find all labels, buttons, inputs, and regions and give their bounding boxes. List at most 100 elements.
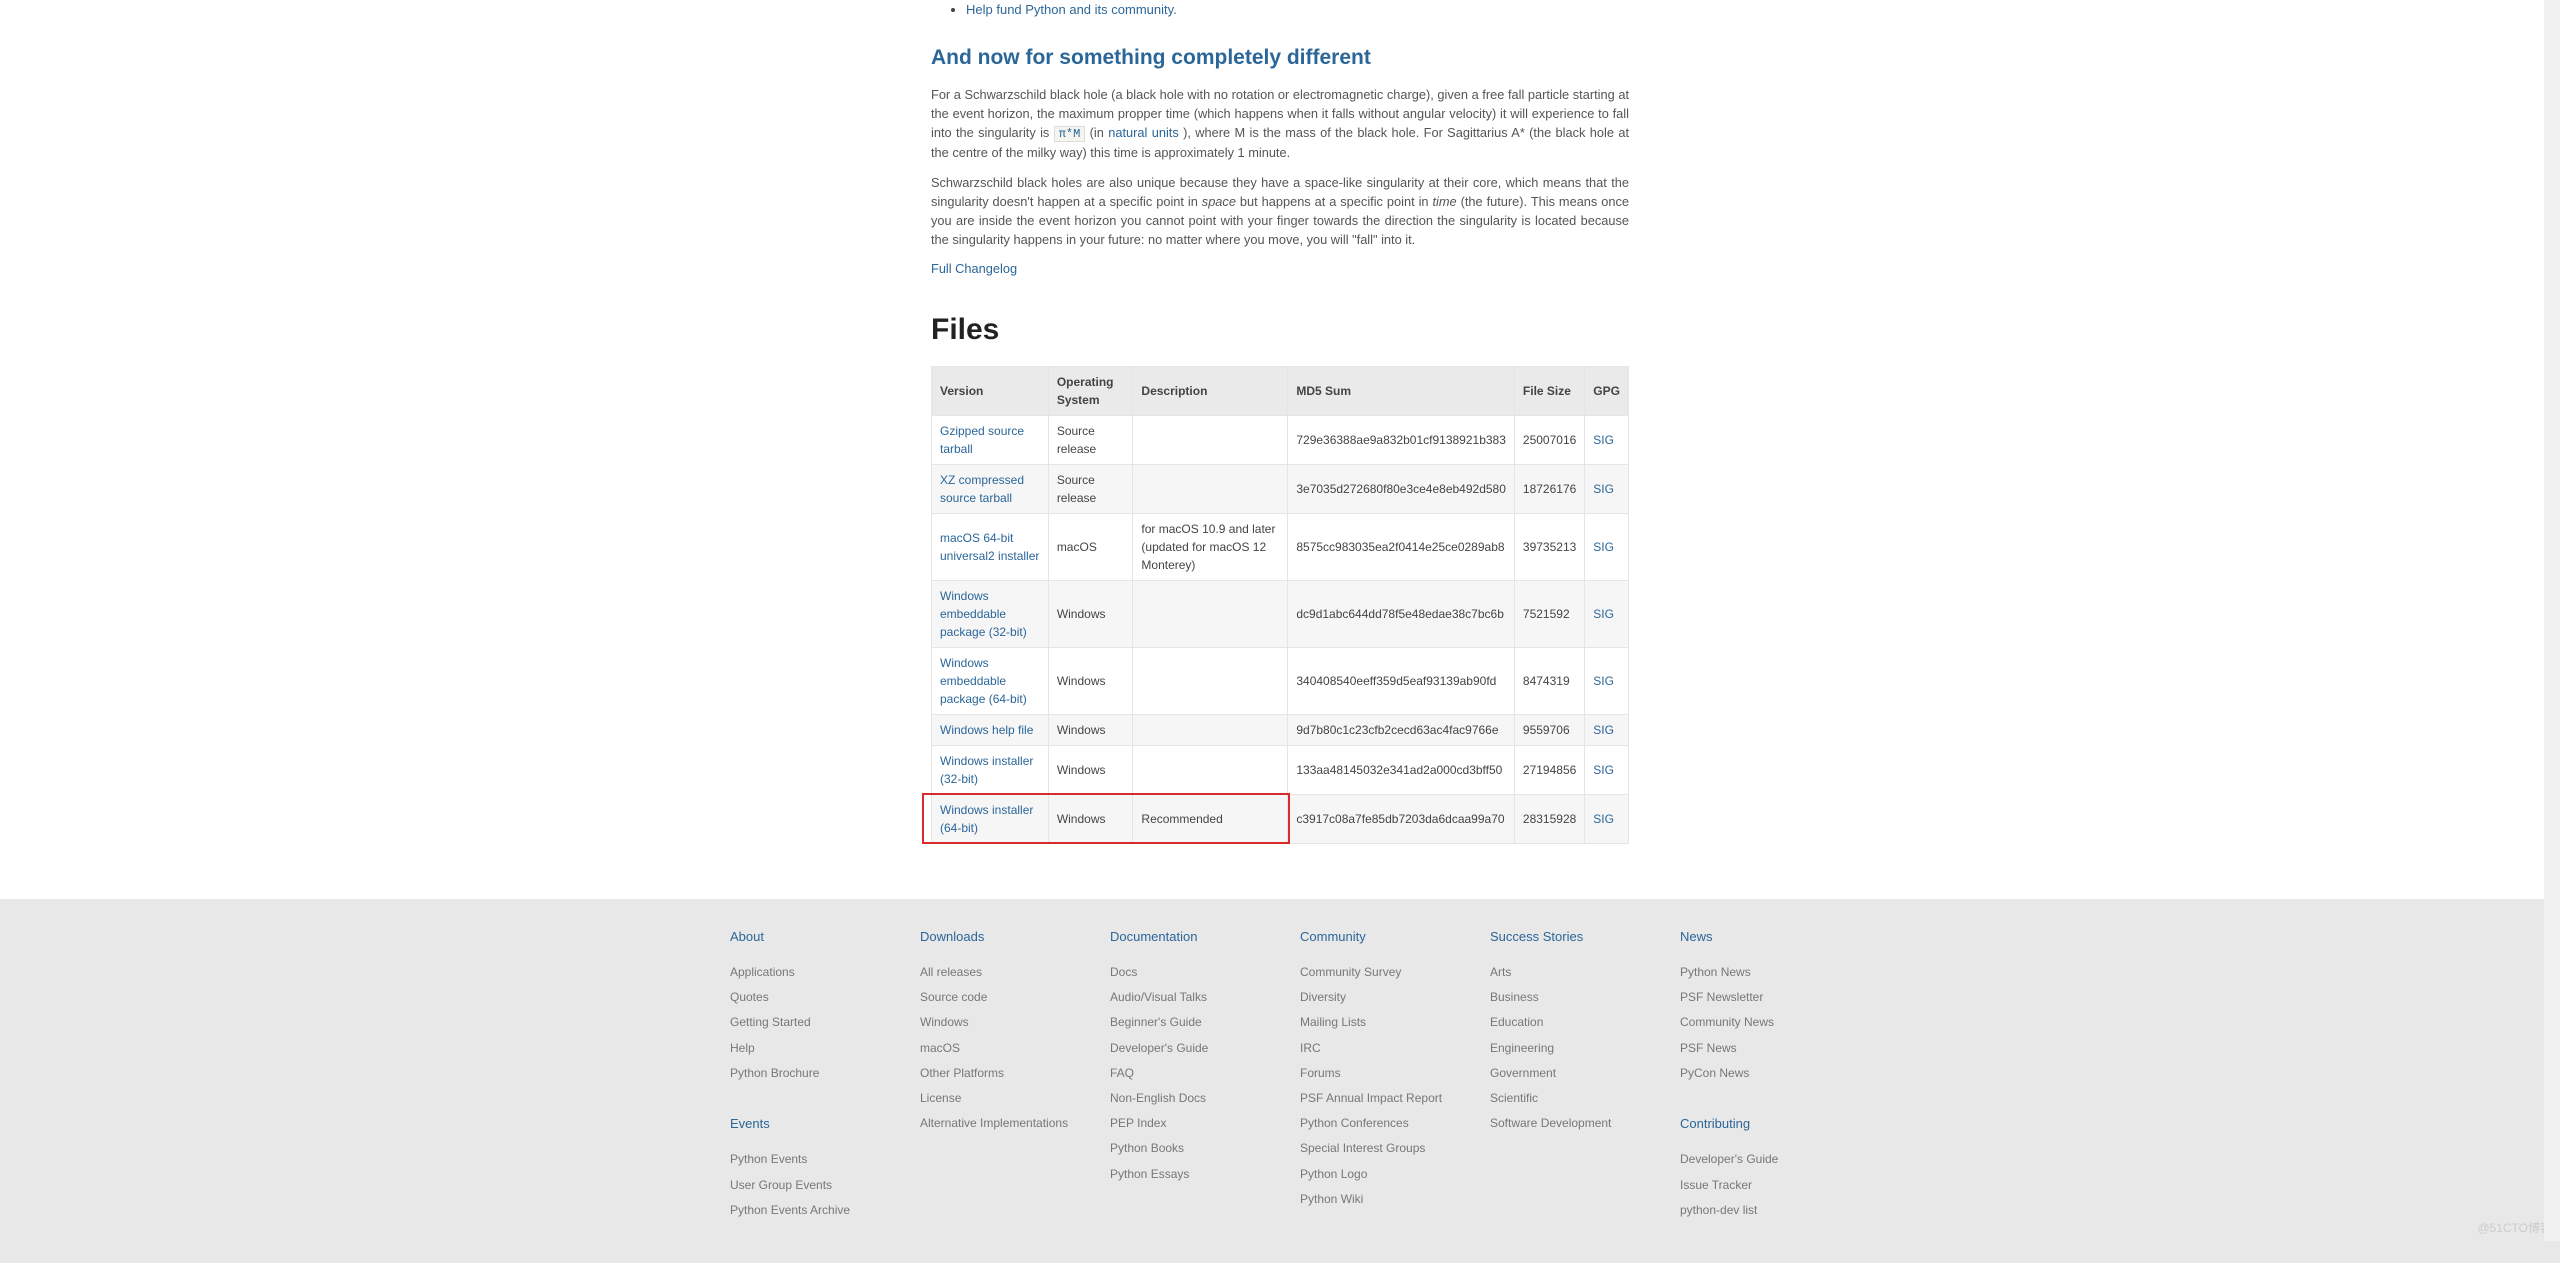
footer-link[interactable]: Beginner's Guide: [1110, 1010, 1260, 1035]
desc-cell: [1133, 415, 1288, 464]
footer-link[interactable]: Quotes: [730, 985, 880, 1010]
footer-link[interactable]: Non-English Docs: [1110, 1086, 1260, 1111]
footer-link[interactable]: Other Platforms: [920, 1061, 1070, 1086]
os-cell: Windows: [1048, 647, 1133, 714]
size-cell: 18726176: [1514, 464, 1584, 513]
sig-link[interactable]: SIG: [1593, 763, 1614, 777]
table-row: Windows embeddable package (64-bit) Wind…: [932, 647, 1629, 714]
desc-cell: [1133, 464, 1288, 513]
watermark: @51CTO博客: [2477, 1219, 2552, 1237]
size-cell: 39735213: [1514, 513, 1584, 580]
footer-link[interactable]: Python Logo: [1300, 1162, 1450, 1187]
desc-cell: for macOS 10.9 and later (updated for ma…: [1133, 513, 1288, 580]
footer-link[interactable]: Docs: [1110, 960, 1260, 985]
footer-link[interactable]: Community News: [1680, 1010, 1830, 1035]
footer-link[interactable]: FAQ: [1110, 1061, 1260, 1086]
download-link[interactable]: Windows help file: [940, 723, 1033, 737]
footer-heading[interactable]: Downloads: [920, 927, 1070, 947]
md5-cell: 340408540eeff359d5eaf93139ab90fd: [1288, 647, 1515, 714]
footer-link[interactable]: Python Essays: [1110, 1162, 1260, 1187]
footer-link[interactable]: PEP Index: [1110, 1111, 1260, 1136]
os-cell: Windows: [1048, 794, 1133, 843]
footer-link[interactable]: Python Books: [1110, 1136, 1260, 1161]
footer-link[interactable]: Python Conferences: [1300, 1111, 1450, 1136]
download-link[interactable]: Gzipped source tarball: [940, 424, 1024, 456]
sig-link[interactable]: SIG: [1593, 433, 1614, 447]
download-link[interactable]: Windows embeddable package (64-bit): [940, 656, 1027, 706]
footer-heading[interactable]: Contributing: [1680, 1114, 1830, 1134]
footer-link[interactable]: Help: [730, 1036, 880, 1061]
footer-link[interactable]: macOS: [920, 1036, 1070, 1061]
footer-link[interactable]: Python Events: [730, 1147, 880, 1172]
sig-link[interactable]: SIG: [1593, 723, 1614, 737]
footer-link[interactable]: Special Interest Groups: [1300, 1136, 1450, 1161]
footer-heading[interactable]: Success Stories: [1490, 927, 1640, 947]
footer-link[interactable]: Government: [1490, 1061, 1640, 1086]
sig-link[interactable]: SIG: [1593, 812, 1614, 826]
footer-link[interactable]: Diversity: [1300, 985, 1450, 1010]
download-link[interactable]: Windows installer (64-bit): [940, 803, 1033, 835]
table-row: Windows installer (64-bit) Windows Recom…: [932, 794, 1629, 843]
footer-link[interactable]: Developer's Guide: [1110, 1036, 1260, 1061]
footer-heading[interactable]: Community: [1300, 927, 1450, 947]
para2-text-b: but hap­pens at a specific point in: [1240, 194, 1433, 209]
footer-link[interactable]: Forums: [1300, 1061, 1450, 1086]
footer-link[interactable]: python-dev list: [1680, 1198, 1830, 1223]
footer-link[interactable]: Mailing Lists: [1300, 1010, 1450, 1035]
sig-link[interactable]: SIG: [1593, 540, 1614, 554]
download-link[interactable]: XZ compressed source tarball: [940, 473, 1024, 505]
os-cell: macOS: [1048, 513, 1133, 580]
footer-link[interactable]: License: [920, 1086, 1070, 1111]
italic-time: time: [1432, 194, 1456, 209]
section-heading: And now for something completely differe…: [931, 42, 1629, 74]
full-changelog-link[interactable]: Full Changelog: [931, 261, 1017, 276]
footer-link[interactable]: Python Brochure: [730, 1061, 880, 1086]
footer-link[interactable]: PSF Annual Impact Report: [1300, 1086, 1450, 1111]
scrollbar-track[interactable]: [2544, 0, 2560, 1241]
footer-heading[interactable]: Documentation: [1110, 927, 1260, 947]
os-cell: Source release: [1048, 415, 1133, 464]
download-link[interactable]: macOS 64-bit universal2 installer: [940, 531, 1039, 563]
footer-link[interactable]: PyCon News: [1680, 1061, 1830, 1086]
natural-units-link[interactable]: natural units: [1108, 125, 1179, 140]
download-link[interactable]: Windows embeddable package (32-bit): [940, 589, 1027, 639]
md5-cell: c3917c08a7fe85db7203da6dcaa99a70: [1288, 794, 1515, 843]
footer-link[interactable]: Applications: [730, 960, 880, 985]
md5-cell: dc9d1abc644dd78f5e48edae38c7bc6b: [1288, 580, 1515, 647]
footer-link[interactable]: Issue Tracker: [1680, 1173, 1830, 1198]
footer-link[interactable]: Community Survey: [1300, 960, 1450, 985]
footer-link[interactable]: Software Development: [1490, 1111, 1640, 1136]
footer-link[interactable]: Source code: [920, 985, 1070, 1010]
footer-heading[interactable]: About: [730, 927, 880, 947]
footer-link[interactable]: Scientific: [1490, 1086, 1640, 1111]
size-cell: 7521592: [1514, 580, 1584, 647]
footer-heading[interactable]: Events: [730, 1114, 880, 1134]
footer-link[interactable]: User Group Events: [730, 1173, 880, 1198]
footer-link[interactable]: IRC: [1300, 1036, 1450, 1061]
footer-link[interactable]: All releases: [920, 960, 1070, 985]
footer-link[interactable]: Alternative Implementations: [920, 1111, 1070, 1136]
footer-link[interactable]: Business: [1490, 985, 1640, 1010]
size-cell: 28315928: [1514, 794, 1584, 843]
footer-link[interactable]: Python News: [1680, 960, 1830, 985]
fund-python-link[interactable]: Help fund Python and its community.: [966, 2, 1177, 17]
table-row: Windows embeddable package (32-bit) Wind…: [932, 580, 1629, 647]
os-cell: Windows: [1048, 580, 1133, 647]
italic-space: space: [1202, 194, 1236, 209]
footer-link[interactable]: Audio/Visual Talks: [1110, 985, 1260, 1010]
footer-link[interactable]: Windows: [920, 1010, 1070, 1035]
footer-heading[interactable]: News: [1680, 927, 1830, 947]
sig-link[interactable]: SIG: [1593, 607, 1614, 621]
sig-link[interactable]: SIG: [1593, 674, 1614, 688]
footer-link[interactable]: Arts: [1490, 960, 1640, 985]
footer-link[interactable]: Engineering: [1490, 1036, 1640, 1061]
download-link[interactable]: Windows installer (32-bit): [940, 754, 1033, 786]
footer-link[interactable]: Developer's Guide: [1680, 1147, 1830, 1172]
footer-link[interactable]: Getting Started: [730, 1010, 880, 1035]
footer-link[interactable]: Education: [1490, 1010, 1640, 1035]
footer-link[interactable]: PSF News: [1680, 1036, 1830, 1061]
sig-link[interactable]: SIG: [1593, 482, 1614, 496]
footer-link[interactable]: PSF Newsletter: [1680, 985, 1830, 1010]
footer-link[interactable]: Python Events Archive: [730, 1198, 880, 1223]
footer-link[interactable]: Python Wiki: [1300, 1187, 1450, 1212]
